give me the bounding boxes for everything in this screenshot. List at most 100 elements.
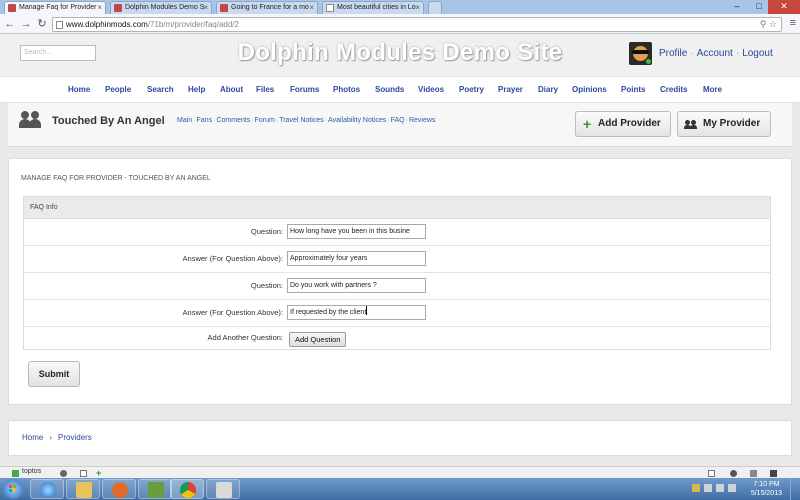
page-icon bbox=[56, 21, 63, 29]
start-button[interactable] bbox=[3, 479, 23, 499]
close-tab-icon[interactable]: × bbox=[97, 2, 102, 14]
menu-item-points[interactable]: Points bbox=[621, 85, 645, 94]
menu-item-photos[interactable]: Photos bbox=[333, 85, 360, 94]
system-tray: 7:10 PM 5/15/2013 bbox=[690, 478, 800, 500]
show-desktop-button[interactable] bbox=[790, 478, 800, 500]
internet-explorer-icon bbox=[40, 482, 56, 498]
menu-item-about[interactable]: About bbox=[220, 85, 243, 94]
menu-item-help[interactable]: Help bbox=[188, 85, 205, 94]
browser-tab-1[interactable]: Manage Faq for Provider × bbox=[4, 1, 106, 14]
menu-item-prayer[interactable]: Prayer bbox=[498, 85, 523, 94]
app-taskbar-button[interactable] bbox=[138, 479, 172, 499]
forward-icon[interactable]: → bbox=[20, 17, 32, 31]
question-input-1[interactable]: How long have you been in this busine bbox=[287, 224, 426, 239]
close-tab-icon[interactable]: × bbox=[309, 2, 314, 14]
users-icon bbox=[19, 111, 43, 129]
browser-tab-strip: Manage Faq for Provider × Dolphin Module… bbox=[0, 0, 800, 14]
provider-link-forum[interactable]: Forum bbox=[255, 117, 275, 124]
provider-link-reviews[interactable]: Reviews bbox=[409, 117, 435, 124]
close-tab-icon[interactable]: × bbox=[203, 2, 208, 14]
provider-link-fans[interactable]: Fans bbox=[197, 117, 213, 124]
account-link[interactable]: Account bbox=[697, 48, 733, 59]
network-icon[interactable] bbox=[716, 484, 724, 492]
chat-icon[interactable] bbox=[750, 470, 757, 477]
profile-link[interactable]: Profile bbox=[659, 48, 687, 59]
add-provider-button[interactable]: + Add Provider bbox=[575, 111, 671, 137]
menu-item-videos[interactable]: Videos bbox=[418, 85, 444, 94]
answer-value: If requested by the client bbox=[290, 309, 367, 316]
avatar-glasses bbox=[632, 50, 649, 54]
add-question-label: Add Another Question: bbox=[207, 333, 283, 342]
back-icon[interactable]: ← bbox=[4, 17, 16, 31]
windows-logo-icon bbox=[9, 485, 17, 493]
gear-icon[interactable] bbox=[60, 470, 67, 477]
menu-item-poetry[interactable]: Poetry bbox=[459, 85, 484, 94]
add-question-button[interactable]: Add Question bbox=[289, 332, 347, 347]
browser-tab-2[interactable]: Dolphin Modules Demo S × bbox=[110, 1, 212, 14]
zoom-star-icons[interactable]: ⚲ ☆ bbox=[760, 18, 777, 31]
address-bar[interactable]: www.dolphinmods.com/71b/m/provider/faq/a… bbox=[52, 17, 782, 32]
provider-link-travel-notices[interactable]: Travel Notices bbox=[279, 117, 323, 124]
provider-link-faq[interactable]: FAQ bbox=[391, 117, 405, 124]
answer-input-1[interactable]: Approximately four years bbox=[287, 251, 426, 266]
answer-input-2[interactable]: If requested by the client bbox=[287, 305, 426, 320]
provider-link-availability-notices[interactable]: Availability Notices bbox=[328, 117, 386, 124]
wrench-icon[interactable]: ≡ bbox=[790, 17, 796, 29]
my-provider-button[interactable]: My Provider bbox=[677, 111, 771, 137]
tray-icon[interactable] bbox=[692, 484, 700, 492]
minimize-icon[interactable]: – bbox=[726, 0, 748, 14]
menu-item-files[interactable]: Files bbox=[256, 85, 274, 94]
close-tab-icon[interactable]: × bbox=[415, 2, 420, 14]
provider-name: Touched By An Angel bbox=[52, 115, 165, 127]
new-tab-button[interactable] bbox=[428, 1, 442, 14]
volume-icon[interactable] bbox=[728, 484, 736, 492]
menu-item-more[interactable]: More bbox=[703, 85, 722, 94]
breadcrumb: Home › Providers bbox=[8, 420, 792, 456]
form-row: Question: How long have you been in this… bbox=[24, 219, 770, 246]
provider-link-comments[interactable]: Comments bbox=[216, 117, 250, 124]
maximize-icon[interactable]: □ bbox=[748, 0, 770, 14]
breadcrumb-providers[interactable]: Providers bbox=[58, 433, 92, 442]
form-row: Answer (For Question Above): Approximate… bbox=[24, 246, 770, 273]
menu-item-search[interactable]: Search bbox=[147, 85, 174, 94]
chrome-taskbar-button[interactable] bbox=[170, 479, 204, 499]
provider-link-main[interactable]: Main bbox=[177, 117, 192, 124]
plus-icon[interactable]: + bbox=[96, 469, 101, 478]
flag-icon[interactable] bbox=[704, 484, 712, 492]
paint-icon bbox=[216, 482, 232, 498]
menu-item-forums[interactable]: Forums bbox=[290, 85, 319, 94]
status-icon bbox=[12, 470, 19, 477]
user-icon[interactable] bbox=[730, 470, 737, 477]
browser-tab-4[interactable]: Most beautiful cities in Lo × bbox=[322, 1, 424, 14]
breadcrumb-home[interactable]: Home bbox=[22, 433, 43, 442]
reload-icon[interactable]: ↻ bbox=[36, 17, 48, 31]
menu-item-sounds[interactable]: Sounds bbox=[375, 85, 404, 94]
submit-button[interactable]: Submit bbox=[28, 361, 80, 387]
avatar[interactable] bbox=[629, 42, 652, 65]
edit-icon[interactable] bbox=[80, 470, 87, 477]
question-input-2[interactable]: Do you work with partners ? bbox=[287, 278, 426, 293]
tab-title: Going to France for a mo bbox=[231, 4, 309, 11]
menu-item-home[interactable]: Home bbox=[68, 85, 90, 94]
menu-item-opinions[interactable]: Opinions bbox=[572, 85, 607, 94]
settings-icon[interactable] bbox=[770, 470, 777, 477]
folder-icon bbox=[76, 482, 92, 498]
ie-taskbar-button[interactable] bbox=[30, 479, 64, 499]
content-panel: MANAGE FAQ FOR PROVIDER - TOUCHED BY AN … bbox=[8, 158, 792, 405]
clock[interactable]: 7:10 PM 5/15/2013 bbox=[751, 480, 782, 498]
close-window-icon[interactable]: ✕ bbox=[768, 0, 800, 14]
browser-tab-3[interactable]: Going to France for a mo × bbox=[216, 1, 318, 14]
media-taskbar-button[interactable] bbox=[102, 479, 136, 499]
menu-item-diary[interactable]: Diary bbox=[538, 85, 558, 94]
mail-icon[interactable] bbox=[708, 470, 715, 477]
favicon-icon bbox=[8, 4, 16, 12]
answer-label: Answer (For Question Above): bbox=[182, 308, 283, 317]
site-header: Search... Dolphin Modules Demo Site Prof… bbox=[0, 34, 800, 76]
site-dock: toptos + bbox=[0, 466, 800, 478]
explorer-taskbar-button[interactable] bbox=[66, 479, 100, 499]
menu-item-people[interactable]: People bbox=[105, 85, 131, 94]
paint-taskbar-button[interactable] bbox=[206, 479, 240, 499]
browser-toolbar: ← → ↻ www.dolphinmods.com/71b/m/provider… bbox=[0, 14, 800, 34]
menu-item-credits[interactable]: Credits bbox=[660, 85, 688, 94]
logout-link[interactable]: Logout bbox=[742, 48, 773, 59]
